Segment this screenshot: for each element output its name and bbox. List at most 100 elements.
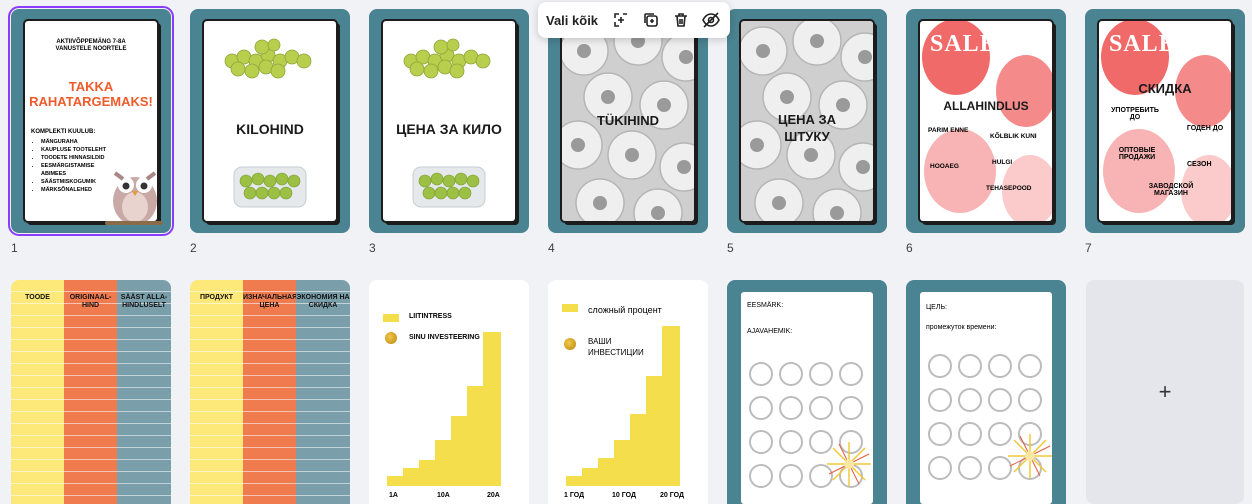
table-column: ЭКОНОМИЯ НА СКИДКА	[296, 280, 350, 504]
column-header: TOODE	[25, 294, 50, 301]
legend-label: LIITINTRESS	[409, 313, 452, 320]
plus-icon: +	[1158, 379, 1172, 404]
page-label: TÜKIHIND	[596, 113, 660, 128]
page-thumbnail-8[interactable]: TOODE ORIGINAAL-HIND SÄÄST ALLA-HINDLUSE…	[11, 280, 171, 504]
chart-bar	[483, 332, 501, 486]
list-item: SÄÄSTMISKOGUMIK	[41, 178, 111, 186]
page-12-content: EESMÄRK: AJAVAHEMIK:	[741, 292, 873, 504]
page-label: ЦЕНА ЗА КИЛО	[396, 121, 502, 137]
page-thumbnail-13[interactable]: ЦЕЛЬ: промежуток времени:	[906, 280, 1066, 504]
chart-bar	[582, 468, 598, 486]
page-selection-toolbar: Vali kõik	[538, 2, 730, 38]
page-thumbnail-3[interactable]: ЦЕНА ЗА КИЛО	[369, 9, 529, 233]
page-thumbnail-4[interactable]: TÜKIHIND	[548, 9, 708, 233]
page-thumbnail-12[interactable]: EESMÄRK: AJAVAHEMIK:	[727, 280, 887, 504]
table-column: SÄÄST ALLA-HINDLUSELT	[117, 280, 171, 504]
grape-box-image	[412, 166, 486, 208]
firework-icon	[1008, 434, 1052, 478]
column-header: SÄÄST ALLA-HINDLUSELT	[120, 294, 168, 309]
page-number-7: 7	[1085, 241, 1092, 255]
game-title: TAKKA RAHATARGEMAKS!	[29, 79, 153, 109]
page-5-content: ЦЕНА ЗА ШТУКУ	[741, 21, 873, 221]
goal-label: EESMÄRK:	[747, 302, 784, 309]
page-2-content: KILOHIND	[204, 21, 336, 221]
page-title: ALLAHINDLUS	[943, 99, 1029, 113]
page-thumbnail-10[interactable]: LIITINTRESS SINU INVESTEERING 1A 10A 20A	[369, 280, 529, 504]
page-thumbnail-1[interactable]: AKTIIVÕPPEMÄNG 7-8A VANUSTELE NOORTELE T…	[8, 6, 174, 236]
keyword: KÕLBLIK KUNI	[990, 133, 1037, 140]
list-item: MÄRKSÕNALEHED	[41, 186, 111, 194]
chart-bar	[662, 326, 680, 486]
column-header: ПРОДУКТ	[199, 294, 234, 301]
page-7-content: SALE СКИДКА УПОТРЕБИТЬ ДО ГОДЕН ДО ОПТОВ…	[1099, 21, 1231, 221]
list-item: MÄNGURAHA	[41, 138, 111, 146]
keyword: PARIM ENNE	[928, 127, 969, 134]
keyword: ГОДЕН ДО	[1186, 125, 1224, 132]
owl-illustration	[105, 171, 163, 225]
list-item: TOODETE HINNASILDID	[41, 154, 111, 162]
grape-box-image	[233, 166, 307, 208]
hide-icon[interactable]	[700, 9, 722, 31]
kit-title: KOMPLEKTI KUULUB:	[31, 129, 96, 135]
chart-bar	[403, 468, 419, 486]
chart-bar	[387, 476, 403, 486]
x-tick-label: 20A	[487, 492, 500, 499]
game-subtitle: AKTIIVÕPPEMÄNG 7-8A VANUSTELE NOORTELE	[55, 39, 127, 52]
page-number-2: 2	[190, 241, 197, 255]
keyword: ЗАВОДСКОЙ МАГАЗИН	[1148, 183, 1194, 197]
goal-label: ЦЕЛЬ:	[926, 304, 947, 311]
chart-bar	[598, 458, 614, 486]
page-title: СКИДКА	[1138, 81, 1192, 96]
add-page-icon[interactable]	[610, 9, 632, 31]
page-label: KILOHIND	[236, 121, 304, 137]
chart-bar	[451, 416, 467, 486]
page-thumbnail-2[interactable]: KILOHIND	[190, 9, 350, 233]
keyword: ОПТОВЫЕ ПРОДАЖИ	[1118, 147, 1156, 161]
sale-text: SALE	[930, 31, 997, 57]
firework-icon	[827, 442, 871, 486]
page-4-content: TÜKIHIND	[562, 21, 694, 221]
select-all-button[interactable]: Vali kõik	[546, 13, 598, 28]
page-6-content: SALE ALLAHINDLUS PARIM ENNE KÕLBLIK KUNI…	[920, 21, 1052, 221]
page-1-content: AKTIIVÕPPEMÄNG 7-8A VANUSTELE NOORTELE T…	[25, 21, 163, 225]
legend-swatch	[383, 314, 399, 322]
page-number-3: 3	[369, 241, 376, 255]
kit-list: MÄNGURAHA KAUPLUSE TOOTELEHT TOODETE HIN…	[41, 138, 111, 194]
page-thumbnail-6[interactable]: SALE ALLAHINDLUS PARIM ENNE KÕLBLIK KUNI…	[906, 9, 1066, 233]
legend-label: сложный процент	[588, 305, 662, 315]
chart-bar	[435, 440, 451, 486]
period-label: AJAVAHEMIK:	[747, 328, 793, 335]
keyword: HOOAEG	[930, 163, 959, 170]
page-thumbnail-7[interactable]: SALE СКИДКА УПОТРЕБИТЬ ДО ГОДЕН ДО ОПТОВ…	[1085, 9, 1245, 233]
chart-bar	[566, 476, 582, 486]
x-tick-label: 1A	[389, 492, 398, 499]
page-label: ЦЕНА ЗА ШТУКУ	[777, 112, 837, 144]
legend-label: ВАШИ ИНВЕСТИЦИИ	[588, 337, 644, 357]
page-number-1: 1	[11, 241, 18, 255]
trash-icon[interactable]	[670, 9, 692, 31]
page-number-4: 4	[548, 241, 555, 255]
chart-bar	[419, 460, 435, 486]
x-tick-label: 20 ГОД	[660, 492, 684, 499]
x-tick-label: 10 ГОД	[612, 492, 636, 499]
coin-icon	[385, 332, 397, 344]
grapes-image	[403, 38, 491, 79]
table-column: ORIGINAAL-HIND	[64, 280, 117, 504]
page-thumbnail-9[interactable]: ПРОДУКТ ИЗНАЧАЛЬНАЯ ЦЕНА ЭКОНОМИЯ НА СКИ…	[190, 280, 350, 504]
page-number-5: 5	[727, 241, 734, 255]
keyword: HULGI	[992, 159, 1013, 166]
chart-bar	[646, 376, 662, 486]
page-thumbnail-5[interactable]: ЦЕНА ЗА ШТУКУ	[727, 9, 887, 233]
duplicate-icon[interactable]	[640, 9, 662, 31]
coin-icon	[564, 338, 576, 350]
chart-bar	[467, 386, 483, 486]
add-page-button[interactable]: +	[1086, 280, 1244, 504]
column-header: ORIGINAAL-HIND	[69, 294, 112, 309]
keyword: УПОТРЕБИТЬ ДО	[1111, 107, 1159, 121]
x-tick-label: 10A	[437, 492, 450, 499]
grapes-image	[224, 38, 312, 79]
column-header: ЭКОНОМИЯ НА СКИДКА	[296, 294, 350, 309]
page-thumbnail-11[interactable]: сложный процент ВАШИ ИНВЕСТИЦИИ 1 ГОД 10…	[548, 280, 708, 504]
chart-bar	[614, 440, 630, 486]
legend-label: SINU INVESTEERING	[409, 334, 480, 341]
